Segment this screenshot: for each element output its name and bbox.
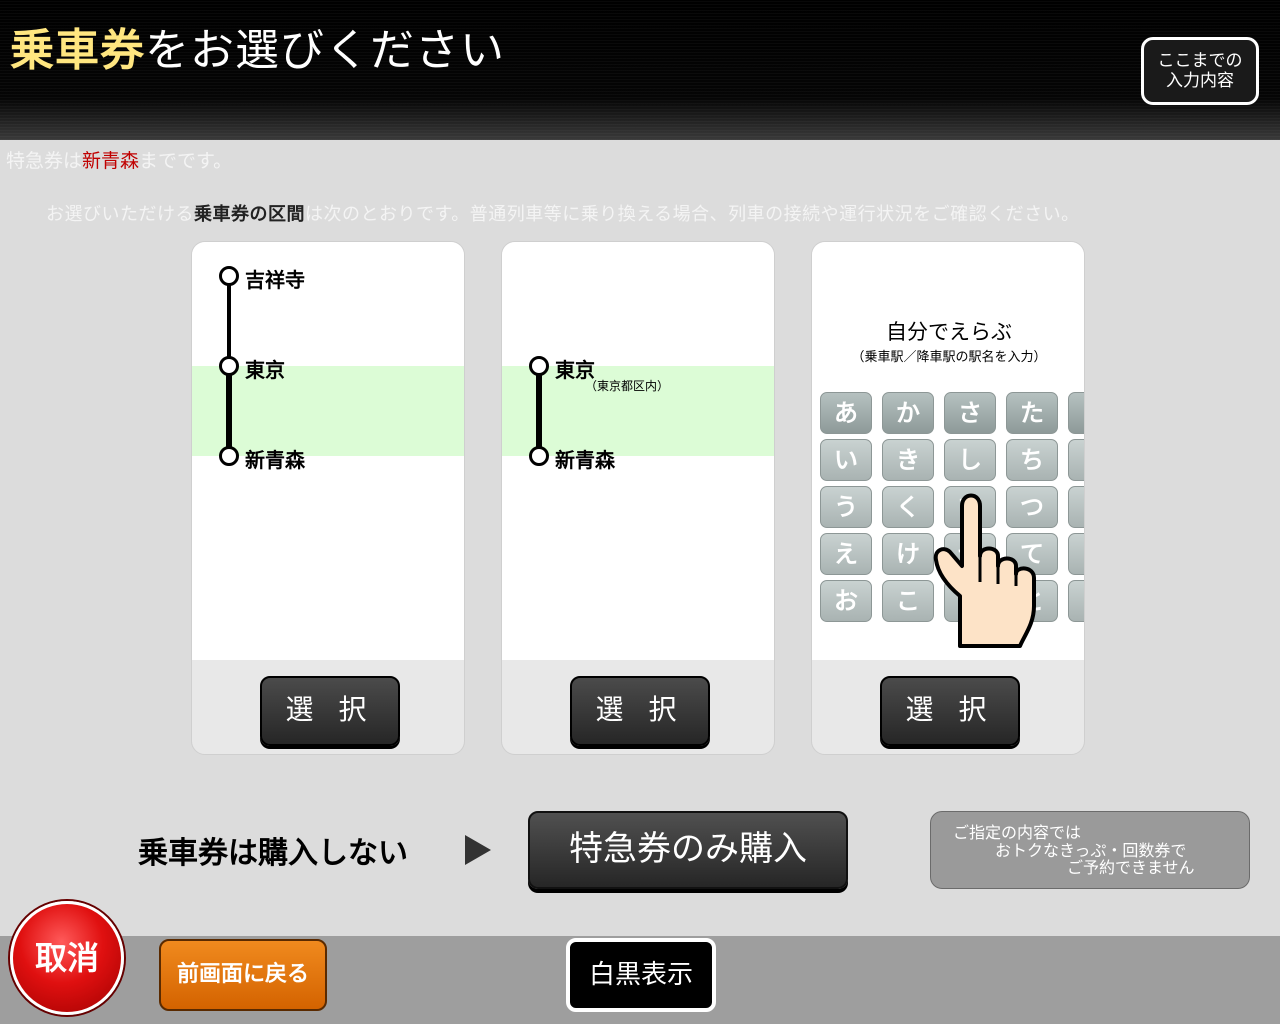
info2-prefix: お選びいただける <box>46 204 194 225</box>
kana-key: え <box>820 533 872 575</box>
cancel-button[interactable]: 取消 <box>10 901 124 1015</box>
discount-unavailable-notice: ご指定の内容では おトクなきっぷ・回数券で ご予約できません <box>930 811 1250 889</box>
kana-key: し <box>944 439 996 481</box>
kana-key: お <box>820 580 872 622</box>
kana-key-edge <box>1068 486 1084 528</box>
input-summary-button[interactable]: ここまでの 入力内容 <box>1141 37 1259 105</box>
monochrome-display-button[interactable]: 白黒表示 <box>566 938 716 1012</box>
kana-key-edge <box>1068 533 1084 575</box>
kana-key-edge <box>1068 392 1084 434</box>
route-option-card-1[interactable]: 吉祥寺 東京 新青森 選 択 <box>191 241 465 755</box>
station-dot <box>529 356 549 376</box>
station-area-note: （東京都区内） <box>585 379 670 393</box>
notice-line-3: ご予約できません <box>1067 858 1195 877</box>
play-arrow-icon <box>465 835 491 865</box>
route-option-card-2[interactable]: 東京 （東京都区内） 新青森 選 択 <box>501 241 775 755</box>
kana-key: け <box>882 533 934 575</box>
station-label-transfer: 東京 <box>245 358 285 382</box>
kana-key: さ <box>944 392 996 434</box>
station-dot <box>219 356 239 376</box>
kana-key: こ <box>882 580 934 622</box>
manual-entry-title: 自分でえらぶ <box>886 320 1012 344</box>
info2-bold: 乗車券の区間 <box>194 204 305 225</box>
pointing-hand-icon <box>933 493 1036 648</box>
route-line-express <box>226 366 232 456</box>
header-bar: 乗車券をお選びください ここまでの 入力内容 <box>0 0 1280 140</box>
manual-entry-card[interactable]: 自分でえらぶ （乗車駅／降車駅の駅名を入力） あかさたいきしちうくすつえけせてお… <box>811 241 1085 755</box>
kana-key: う <box>820 486 872 528</box>
page-title: 乗車券をお選びください <box>10 14 505 78</box>
station-dot <box>219 266 239 286</box>
info1-suffix: までです。 <box>139 150 233 172</box>
page-title-highlight: 乗車券 <box>10 25 145 76</box>
station-label-destination: 新青森 <box>245 448 305 472</box>
select-button-manual[interactable]: 選 択 <box>880 676 1020 746</box>
kana-key: あ <box>820 392 872 434</box>
kana-key-edge <box>1068 580 1084 622</box>
notice-line-1: ご指定の内容では <box>953 823 1082 842</box>
select-button-route-1[interactable]: 選 択 <box>260 676 400 746</box>
info1-prefix: 特急券は <box>6 150 83 172</box>
express-destination-info: 特急券は新青森までです。 <box>6 146 232 173</box>
route-line-local <box>227 282 231 366</box>
select-button-route-2[interactable]: 選 択 <box>570 676 710 746</box>
station-dot <box>529 446 549 466</box>
station-label-origin: 吉祥寺 <box>245 268 305 292</box>
back-button[interactable]: 前画面に戻る <box>159 939 327 1011</box>
kana-key: い <box>820 439 872 481</box>
page-title-rest: をお選びください <box>145 25 505 76</box>
info1-station: 新青森 <box>82 150 140 172</box>
manual-entry-subtitle: （乗車駅／降車駅の駅名を入力） <box>851 350 1047 365</box>
station-dot <box>219 446 239 466</box>
section-guidance: お選びいただける乗車券の区間は次のとおりです。普通列車等に乗り換える場合、列車の… <box>46 200 1080 226</box>
express-only-button[interactable]: 特急券のみ購入 <box>528 811 848 889</box>
info2-suffix: は次のとおりです。普通列車等に乗り換える場合、列車の接続や運行状況をご確認くださ… <box>305 204 1080 225</box>
route-line-express <box>536 366 542 456</box>
kana-key: き <box>882 439 934 481</box>
kana-key: た <box>1006 392 1058 434</box>
express-section-band <box>192 366 464 456</box>
station-label-destination: 新青森 <box>555 448 615 472</box>
kana-key-edge <box>1068 439 1084 481</box>
kana-key: く <box>882 486 934 528</box>
kana-key: ち <box>1006 439 1058 481</box>
no-ticket-label: 乗車券は購入しない <box>138 836 408 871</box>
kana-key: か <box>882 392 934 434</box>
